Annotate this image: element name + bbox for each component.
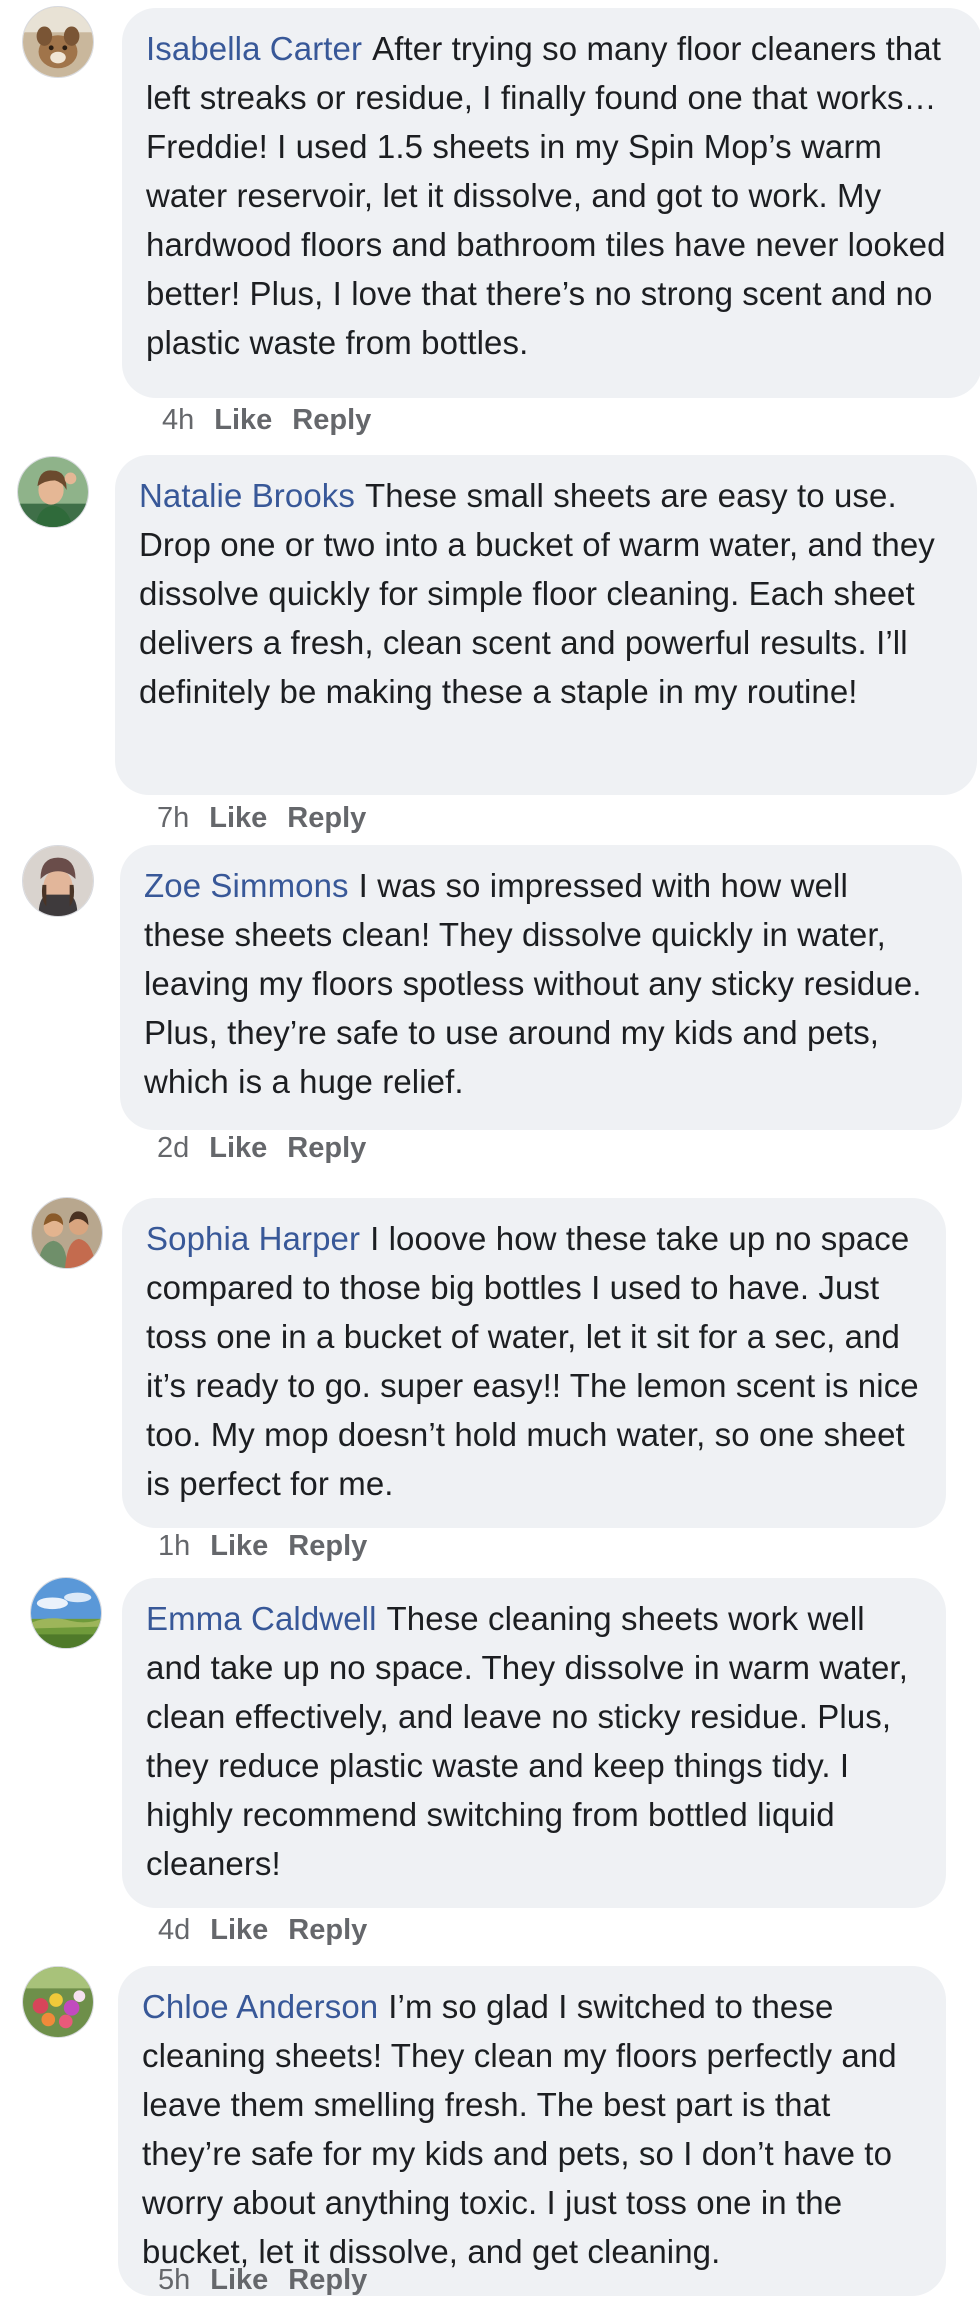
avatar-image (18, 457, 88, 527)
avatar-image (31, 1578, 101, 1648)
comment-bubble: Sophia Harper I looove how these take up … (122, 1198, 946, 1528)
avatar-photo-woman-beanie[interactable] (22, 845, 94, 917)
reply-button[interactable]: Reply (288, 1530, 367, 1562)
comment-timestamp[interactable]: 4d (158, 1914, 190, 1946)
avatar-image (32, 1198, 102, 1268)
comment-bubble: Zoe Simmons I was so impressed with how w… (120, 845, 962, 1130)
comment-timestamp[interactable]: 7h (157, 802, 189, 834)
comment-bubble: Emma Caldwell These cleaning sheets work … (122, 1578, 946, 1908)
comment-actions: 4d Like Reply (158, 1912, 387, 1948)
comment-author[interactable]: Chloe Anderson (142, 1988, 378, 2025)
comment-actions: 7h Like Reply (157, 800, 386, 836)
reply-button[interactable]: Reply (292, 404, 371, 436)
like-button[interactable]: Like (209, 802, 267, 834)
reply-button[interactable]: Reply (288, 2264, 367, 2296)
avatar-image (23, 1967, 93, 2037)
comment-author[interactable]: Isabella Carter (146, 30, 362, 67)
like-button[interactable]: Like (210, 2264, 268, 2296)
comment-actions: 5h Like Reply (158, 2262, 387, 2298)
like-button[interactable]: Like (214, 404, 272, 436)
comment-text: These cleaning sheets work well and take… (146, 1600, 908, 1882)
comment-actions: 1h Like Reply (158, 1528, 387, 1564)
avatar-photo-woman[interactable] (17, 456, 89, 528)
avatar-photo-group[interactable] (31, 1197, 103, 1269)
comment-timestamp[interactable]: 4h (162, 404, 194, 436)
comment-text: After trying so many floor cleaners that… (146, 30, 946, 361)
comment-bubble: Isabella Carter After trying so many floo… (122, 8, 980, 398)
comment-timestamp[interactable]: 1h (158, 1530, 190, 1562)
avatar-image (23, 846, 93, 916)
avatar-photo-landscape[interactable] (30, 1577, 102, 1649)
comment-bubble: Natalie Brooks These small sheets are eas… (115, 455, 977, 795)
comment-text: I looove how these take up no space comp… (146, 1220, 919, 1502)
comment-text: I’m so glad I switched to these cleaning… (142, 1988, 897, 2270)
avatar-image (23, 7, 93, 77)
comment-bubble: Chloe Anderson I’m so glad I switched to … (118, 1966, 946, 2296)
reply-button[interactable]: Reply (288, 1914, 367, 1946)
like-button[interactable]: Like (210, 1914, 268, 1946)
like-button[interactable]: Like (210, 1530, 268, 1562)
comment-actions: 2d Like Reply (157, 1130, 386, 1166)
comment-author[interactable]: Emma Caldwell (146, 1600, 377, 1637)
comment-timestamp[interactable]: 2d (157, 1132, 189, 1164)
comment-author[interactable]: Natalie Brooks (139, 477, 355, 514)
reply-button[interactable]: Reply (287, 1132, 366, 1164)
comment-author[interactable]: Zoe Simmons (144, 867, 349, 904)
comment-actions: 4h Like Reply (162, 402, 391, 438)
avatar-photo-dog[interactable] (22, 6, 94, 78)
avatar-photo-flowers[interactable] (22, 1966, 94, 2038)
like-button[interactable]: Like (209, 1132, 267, 1164)
comment-timestamp[interactable]: 5h (158, 2264, 190, 2296)
comment-author[interactable]: Sophia Harper (146, 1220, 360, 1257)
reply-button[interactable]: Reply (287, 802, 366, 834)
